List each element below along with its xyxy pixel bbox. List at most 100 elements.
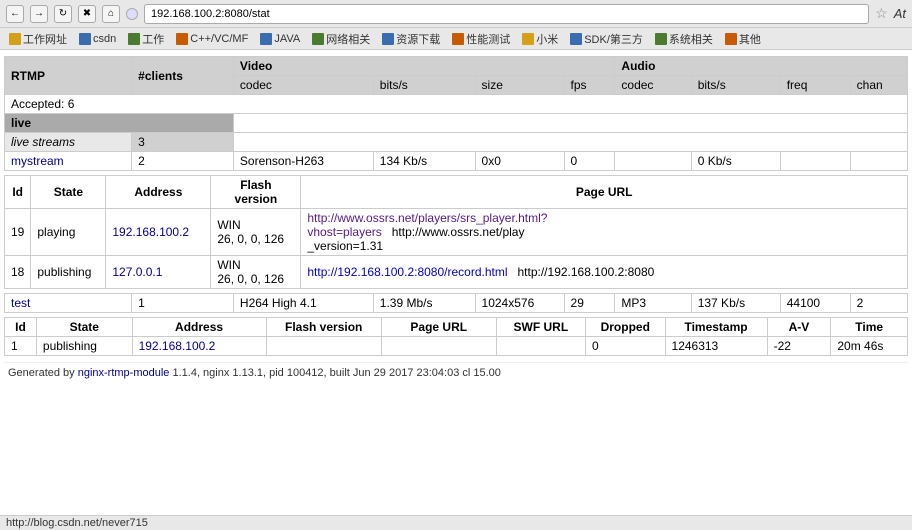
home-button[interactable]: ⌂ [102,5,120,23]
forward-button[interactable]: → [30,5,48,23]
bm-gongzuowangzhi[interactable]: 工作网址 [4,30,72,48]
bm-label-2: csdn [93,33,116,45]
mystream-codec: Sorenson-H263 [233,152,373,171]
bm-resource[interactable]: 资源下载 [377,30,445,48]
tph-address: Address [132,318,266,337]
test-link[interactable]: test [11,296,30,310]
mystream-clients: 2 [132,152,234,171]
bm-xiaomi[interactable]: 小米 [517,30,563,48]
tph-swfurl: SWF URL [496,318,585,337]
tp1-av: -22 [767,337,831,356]
p19-flash: WIN26, 0, 0, 126 [211,209,301,256]
p18-pageurl: http://192.168.100.2:8080/record.html ht… [301,256,908,289]
p18-state: publishing [31,256,106,289]
mystream-abits: 0 Kb/s [691,152,780,171]
test-freq: 44100 [780,294,850,313]
tph-dropped: Dropped [585,318,665,337]
col-header-video: Video [233,57,615,76]
mystream-chan [850,152,907,171]
sub-header-fps: fps [564,76,615,95]
bm-icon-1 [9,33,21,45]
back-button[interactable]: ← [6,5,24,23]
p19-addr-link[interactable]: 192.168.100.2 [112,225,189,239]
bm-java[interactable]: JAVA [255,32,305,46]
mystream-link[interactable]: mystream [11,154,64,168]
bm-cpp[interactable]: C++/VC/MF [171,32,253,46]
live-streams-row: live streams 3 [5,133,908,152]
tp1-addr-link[interactable]: 192.168.100.2 [139,339,216,353]
bm-label-10: SDK/第三方 [584,31,643,47]
footer-module-link[interactable]: nginx-rtmp-module [78,367,170,379]
bm-label-11: 系统相关 [669,31,713,47]
p18-id: 18 [5,256,31,289]
tph-flash: Flash version [266,318,381,337]
ph-pageurl: Page URL [301,176,908,209]
mystream-player-row-18: 18 publishing 127.0.0.1 WIN26, 0, 0, 126… [5,256,908,289]
mystream-link-cell: mystream [5,152,132,171]
bm-icon-11 [655,33,667,45]
bm-label-12: 其他 [739,31,761,47]
test-link-cell: test [5,294,132,313]
tp1-dropped: 0 [585,337,665,356]
footer: Generated by nginx-rtmp-module 1.1.4, ng… [4,362,908,383]
bm-label-6: 网络相关 [326,31,370,47]
live-app-label: live [5,114,234,133]
mystream-players-table: Id State Address Flashversion Page URL 1… [4,175,908,289]
bookmark-star[interactable]: ☆ [875,5,888,22]
bookmarks-bar: 工作网址 csdn 工作 C++/VC/MF JAVA 网络相关 资源下载 性能… [0,28,912,50]
live-app-row: live [5,114,908,133]
tph-id: Id [5,318,37,337]
bm-sdk[interactable]: SDK/第三方 [565,30,648,48]
security-icon [126,8,138,20]
sub-header-freq: freq [780,76,850,95]
stop-button[interactable]: ✖ [78,5,96,23]
bm-csdn[interactable]: csdn [74,32,121,46]
bm-label-5: JAVA [274,33,300,45]
bm-system[interactable]: 系统相关 [650,30,718,48]
refresh-button[interactable]: ↻ [54,5,72,23]
live-streams-empty [233,133,907,152]
bm-perf[interactable]: 性能测试 [447,30,515,48]
test-clients: 1 [132,294,234,313]
bm-icon-9 [522,33,534,45]
tph-timestamp: Timestamp [665,318,767,337]
test-bits: 1.39 Mb/s [373,294,475,313]
bm-network[interactable]: 网络相关 [307,30,375,48]
sub-header-acodec: codec [615,76,691,95]
p18-addr-link[interactable]: 127.0.0.1 [112,265,162,279]
bm-label-3: 工作 [142,31,164,47]
mystream-bits: 134 Kb/s [373,152,475,171]
p19-pageurl-link[interactable]: http://www.ossrs.net/players/srs_player.… [307,211,547,239]
address-input[interactable] [144,4,869,24]
live-streams-label: live streams [5,133,132,152]
col-header-rtmp: RTMP [5,57,132,95]
bm-label-8: 性能测试 [466,31,510,47]
p18-pageurl-link[interactable]: http://192.168.100.2:8080/record.html [307,265,507,279]
mystream-player-row-19: 19 playing 192.168.100.2 WIN26, 0, 0, 12… [5,209,908,256]
p18-addr: 127.0.0.1 [106,256,211,289]
p18-flash: WIN26, 0, 0, 126 [211,256,301,289]
bm-icon-2 [79,33,91,45]
mystream-acodec [615,152,691,171]
rtmp-stat-table: RTMP #clients Video Audio codec bits/s s… [4,56,908,171]
accepted-value: Accepted: 6 [5,95,908,114]
live-streams-clients: 3 [132,133,234,152]
status-bar-url: http://blog.csdn.net/never715 [6,517,148,529]
tp1-timestamp: 1246313 [665,337,767,356]
col-header-audio: Audio [615,57,908,76]
bm-other[interactable]: 其他 [720,30,766,48]
p19-id: 19 [5,209,31,256]
footer-version-text: 1.1.4, nginx 1.13.1, pid 100412, built J… [169,367,500,379]
test-chan: 2 [850,294,907,313]
ph-address: Address [106,176,211,209]
tp1-swfurl [496,337,585,356]
tp1-pageurl [381,337,496,356]
bm-gongzuo[interactable]: 工作 [123,30,169,48]
bm-icon-5 [260,33,272,45]
test-stream-row: test 1 H264 High 4.1 1.39 Mb/s 1024x576 … [5,294,908,313]
tph-av: A-V [767,318,831,337]
ph-id: Id [5,176,31,209]
sub-header-vcodec: codec [233,76,373,95]
ph-flash: Flashversion [211,176,301,209]
tph-state: State [36,318,132,337]
